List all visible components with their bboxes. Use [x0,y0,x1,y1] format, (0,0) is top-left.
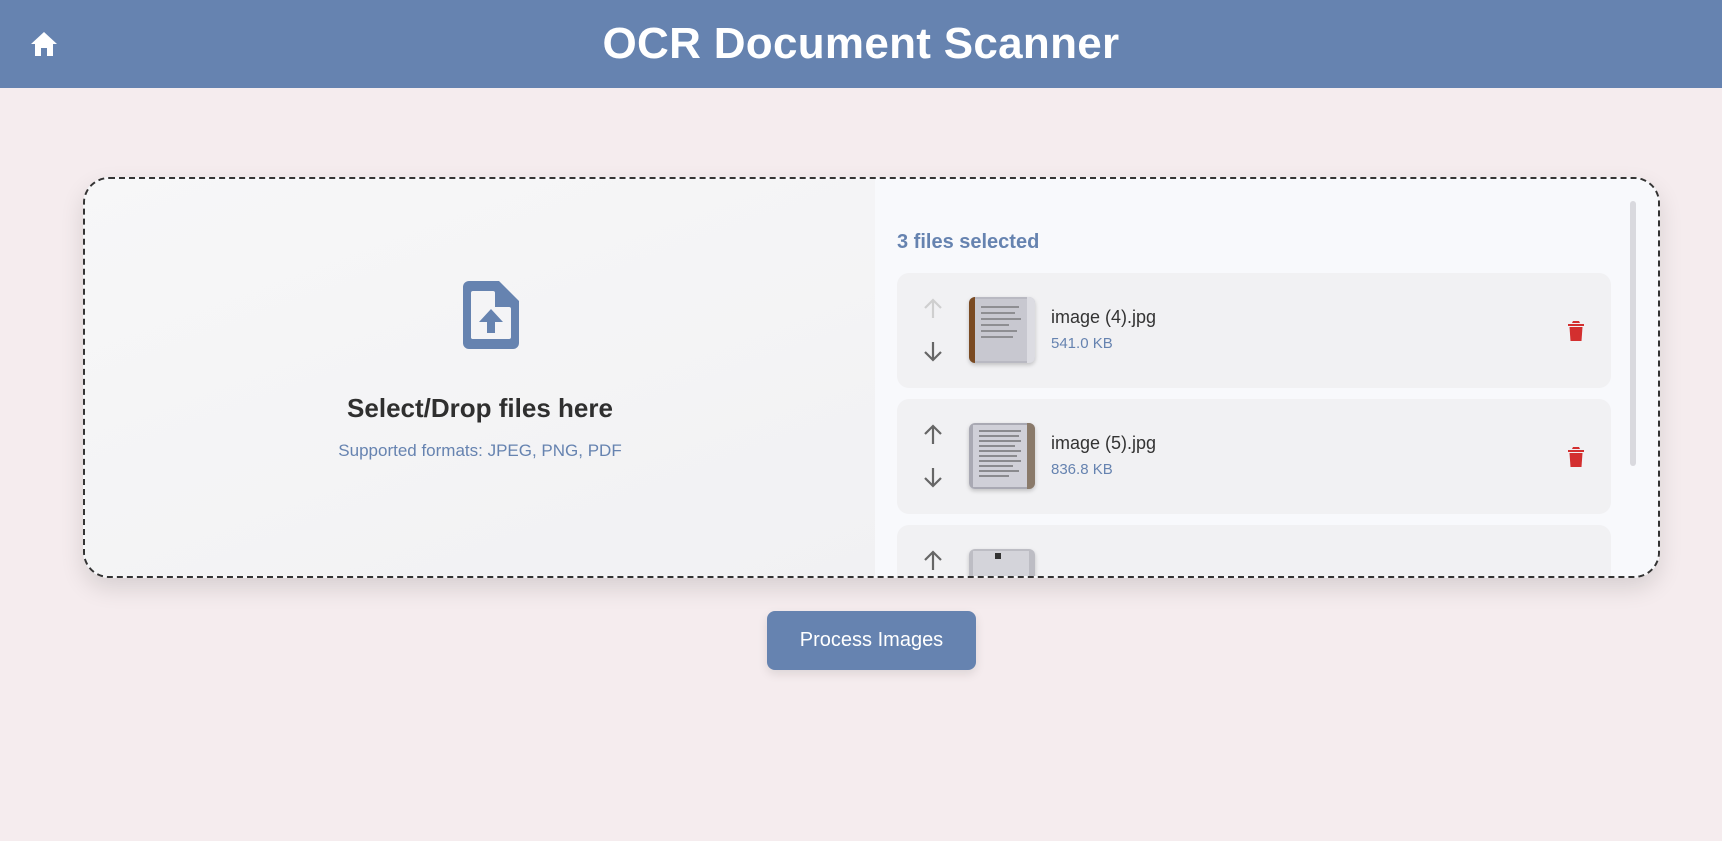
trash-icon [1568,447,1584,467]
file-name: image (5).jpg [1051,433,1157,453]
arrow-up-icon [924,550,942,570]
arrow-down-icon [924,468,942,488]
process-images-button[interactable]: Process Images [767,611,976,670]
files-selected-count: 3 files selected [897,231,1040,253]
home-icon [31,32,57,56]
file-list-scrollbar[interactable] [1630,201,1636,466]
app-header: OCR Document Scanner [0,0,1722,88]
drop-zone-subtitle: Supported formats: JPEG, PNG, PDF [338,441,622,460]
arrow-down-icon [924,342,942,362]
delete-file-button[interactable] [1563,317,1589,345]
arrow-up-icon [924,298,942,318]
drop-zone-title: Select/Drop files here [347,393,613,423]
home-button[interactable] [28,30,60,58]
file-list-item: image (5).jpg 836.8 KB [897,399,1611,514]
file-thumbnail [969,549,1035,576]
file-thumbnail [969,423,1035,489]
move-up-button[interactable] [919,421,947,449]
file-list-item [897,525,1611,576]
file-drop-zone[interactable]: Select/Drop files here Supported formats… [85,179,875,576]
file-thumbnail [969,297,1035,363]
upload-card: Select/Drop files here Supported formats… [83,177,1660,578]
file-upload-icon [463,281,519,349]
file-size: 836.8 KB [1051,461,1113,478]
file-size: 541.0 KB [1051,335,1113,352]
file-name: image (4).jpg [1051,307,1157,327]
trash-icon [1568,321,1584,341]
page-title: OCR Document Scanner [602,19,1120,68]
delete-file-button[interactable] [1563,443,1589,471]
move-down-button[interactable] [919,337,947,365]
move-up-button[interactable] [919,547,947,575]
move-up-button[interactable] [919,295,947,323]
file-list-item: image (4).jpg 541.0 KB [897,273,1611,388]
move-down-button[interactable] [919,463,947,491]
arrow-up-icon [924,424,942,444]
selected-files-panel: 3 files selected image (4).jpg 541.0 KB … [875,179,1658,576]
